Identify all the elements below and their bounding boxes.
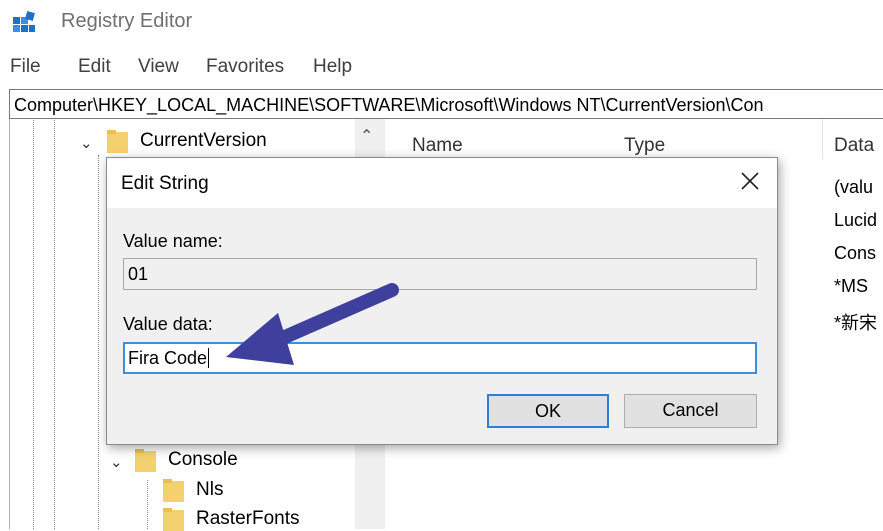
list-item-data[interactable]: (valu — [834, 177, 873, 198]
address-bar[interactable]: Computer\HKEY_LOCAL_MACHINE\SOFTWARE\Mic… — [9, 89, 883, 119]
menu-bar: File Edit View Favorites Help — [0, 52, 883, 82]
edit-string-dialog: Edit String Value name: 01 Value data: F… — [106, 157, 778, 445]
value-data-label: Value data: — [123, 314, 213, 334]
dialog-title: Edit String — [121, 173, 209, 194]
tree-guide-line — [147, 480, 148, 529]
folder-icon — [107, 130, 128, 153]
close-icon[interactable] — [735, 166, 765, 196]
column-header-name[interactable]: Name — [412, 135, 463, 157]
folder-icon — [163, 508, 184, 531]
ok-button[interactable]: OK — [487, 394, 609, 428]
tree-item-nls[interactable]: Nls — [196, 479, 223, 501]
title-bar: Registry Editor — [0, 0, 883, 44]
menu-view[interactable]: View — [138, 56, 179, 78]
value-data-text: Fira Code — [128, 348, 208, 368]
value-name-text: 01 — [128, 264, 149, 284]
value-data-input[interactable]: Fira Code — [123, 342, 757, 374]
column-header-type[interactable]: Type — [624, 135, 665, 157]
scroll-up-arrow-icon[interactable]: ⌃ — [360, 126, 373, 146]
tree-guide-line — [33, 120, 34, 529]
window-title: Registry Editor — [61, 10, 193, 32]
tree-item-rasterfonts[interactable]: RasterFonts — [196, 508, 299, 530]
chevron-down-icon[interactable]: ⌄ — [110, 453, 123, 471]
value-name-label: Value name: — [123, 231, 223, 251]
menu-help[interactable]: Help — [313, 56, 352, 78]
column-header-data[interactable]: Data — [834, 135, 874, 157]
tree-item-currentversion[interactable]: CurrentVersion — [140, 130, 267, 152]
dialog-title-bar: Edit String — [107, 158, 777, 208]
chevron-down-icon[interactable]: ⌄ — [80, 134, 93, 152]
menu-file[interactable]: File — [10, 56, 41, 78]
registry-editor-icon — [13, 11, 35, 32]
column-divider[interactable] — [822, 119, 823, 159]
list-item-data[interactable]: *新宋 — [834, 309, 877, 335]
folder-icon — [135, 449, 156, 472]
menu-favorites[interactable]: Favorites — [206, 56, 284, 78]
folder-icon — [163, 479, 184, 502]
value-name-field: 01 — [123, 258, 757, 290]
tree-item-console[interactable]: Console — [168, 449, 238, 471]
text-caret — [208, 348, 210, 368]
list-item-data[interactable]: Lucid — [834, 210, 877, 231]
list-item-data[interactable]: *MS — [834, 276, 868, 297]
tree-guide-line — [54, 120, 55, 529]
cancel-button[interactable]: Cancel — [624, 394, 757, 428]
menu-edit[interactable]: Edit — [78, 56, 111, 78]
tree-guide-line — [98, 155, 99, 529]
list-item-data[interactable]: Cons — [834, 243, 876, 264]
